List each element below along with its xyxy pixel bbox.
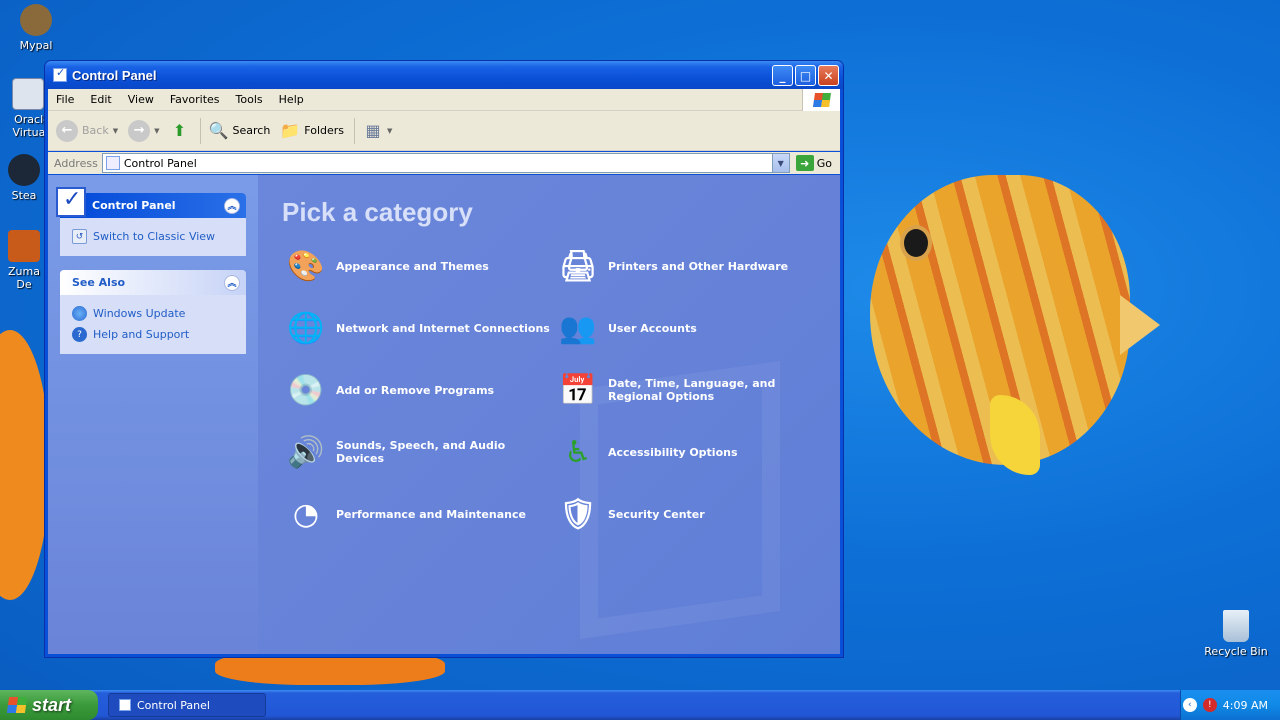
users-icon: 👥 [559,310,597,346]
control-panel-icon [53,66,67,82]
control-panel-box: Control Panel ︽ ↺ Switch to Classic View [56,187,246,256]
minimize-button[interactable]: _ [772,65,793,86]
forward-dropdown-icon[interactable]: ▼ [154,127,159,135]
address-value: Control Panel [123,156,197,170]
page-title: Pick a category [282,197,473,227]
search-button[interactable]: 🔍 Search [209,121,271,141]
category-performance-maintenance[interactable]: ◔ Performance and Maintenance [282,490,554,538]
clock[interactable]: 4:09 AM [1223,699,1268,712]
menu-view[interactable]: View [120,93,162,106]
desktop-icon-zuma[interactable]: Zuma De [0,230,48,291]
windows-logo-icon [802,89,840,111]
back-dropdown-icon[interactable]: ▼ [113,127,118,135]
go-button[interactable]: ➜ Go [790,155,840,171]
category-printers-hardware[interactable]: 🖨 Printers and Other Hardware [554,242,814,290]
task-pane: Control Panel ︽ ↺ Switch to Classic View… [48,175,258,654]
folders-icon: 📁 [280,121,301,140]
search-icon: 🔍 [208,121,229,140]
classic-view-icon: ↺ [72,229,87,244]
maximize-button[interactable]: □ [795,65,816,86]
control-panel-large-icon [56,187,86,217]
sound-icon: 🔊 [287,434,325,470]
watermark-graphic [580,360,780,640]
steam-icon [8,154,40,186]
printer-icon: 🖨 [558,248,598,284]
address-label: Address [54,156,98,170]
up-folder-button[interactable]: ⬆ [170,121,190,141]
performance-icon: ◔ [292,496,320,532]
network-icon: 🌐 [287,310,325,346]
control-panel-task-icon [119,699,131,711]
zuma-icon [8,230,40,262]
see-also-header[interactable]: See Also ︽ [60,270,246,295]
folders-button[interactable]: 📁 Folders [280,121,344,141]
views-dropdown-icon: ▼ [387,126,393,135]
go-arrow-icon: ➜ [795,155,814,171]
mypal-icon [20,4,52,36]
address-dropdown-icon[interactable]: ▼ [771,154,789,172]
menu-file[interactable]: File [48,93,82,106]
menu-edit[interactable]: Edit [82,93,119,106]
views-button[interactable]: ▦ ▼ [363,121,392,141]
virtualbox-icon [12,78,44,110]
fish-eye [900,225,932,261]
forward-arrow-icon: → [128,119,151,142]
control-panel-window: Control Panel _ □ ✕ File Edit View Favor… [44,60,844,658]
desktop-icon-recycle-bin[interactable]: Recycle Bin [1204,610,1268,658]
back-button[interactable]: ← Back ▼ [56,119,118,142]
windows-update-link[interactable]: Windows Update [72,306,234,321]
menu-help[interactable]: Help [271,93,312,106]
category-pane: Pick a category 🎨 Appearance and Themes … [258,175,840,654]
menu-bar: File Edit View Favorites Tools Help [48,89,840,111]
close-button[interactable]: ✕ [818,65,839,86]
views-grid-icon: ▦ [365,121,381,140]
desktop-icon-steam[interactable]: Stea [0,154,48,202]
switch-to-classic-view-link[interactable]: ↺ Switch to Classic View [72,229,234,244]
category-appearance-themes[interactable]: 🎨 Appearance and Themes [282,242,554,290]
fish-tail [1120,295,1160,355]
taskbar: start Control Panel ‹ ! 4:09 AM [0,690,1280,720]
title-bar[interactable]: Control Panel _ □ ✕ [45,61,843,89]
taskbar-button-control-panel[interactable]: Control Panel [108,693,266,717]
category-network-internet[interactable]: 🌐 Network and Internet Connections [282,304,554,352]
programs-icon: 💿 [287,372,325,408]
collapse-chevron-icon[interactable]: ︽ [224,274,240,291]
fish-wallpaper-left [0,330,50,600]
control-panel-box-header[interactable]: Control Panel ︽ [56,187,246,218]
windows-update-icon [72,306,87,321]
accessibility-icon: ♿ [564,434,592,470]
menu-favorites[interactable]: Favorites [162,93,228,106]
start-button[interactable]: start [0,690,98,720]
appearance-icon: 🎨 [287,248,325,284]
category-sounds-audio[interactable]: 🔊 Sounds, Speech, and Audio Devices [282,428,554,476]
see-also-box: See Also ︽ Windows Update ? Help and Sup… [60,270,246,354]
datetime-icon: 📅 [559,372,597,408]
toolbar-separator [199,117,201,144]
system-tray: ‹ ! 4:09 AM [1180,690,1280,720]
security-alert-icon[interactable]: ! [1202,698,1217,712]
windows-flag-icon [6,697,28,713]
toolbar: ← Back ▼ → ▼ ⬆ 🔍 Search 📁 Folders ▦ ▼ [48,111,840,151]
tray-expand-icon[interactable]: ‹ [1182,698,1197,712]
address-input[interactable]: Control Panel ▼ [101,153,790,173]
collapse-chevron-icon[interactable]: ︽ [224,197,240,214]
forward-button[interactable]: → ▼ [128,119,160,142]
address-bar: Address Control Panel ▼ ➜ Go [48,152,840,174]
content-area: Control Panel ︽ ↺ Switch to Classic View… [48,175,840,654]
desktop-icon-mypal[interactable]: Mypal [4,4,68,52]
up-folder-icon: ⬆ [172,121,187,140]
back-arrow-icon: ← [56,119,78,142]
help-icon: ? [72,327,87,342]
menu-tools[interactable]: Tools [228,93,271,106]
control-panel-small-icon [105,156,120,170]
security-shield-icon: 🛡 [558,496,598,532]
category-user-accounts[interactable]: 👥 User Accounts [554,304,814,352]
window-title: Control Panel [72,67,157,83]
category-add-remove-programs[interactable]: 💿 Add or Remove Programs [282,366,554,414]
toolbar-separator [354,117,356,144]
recycle-bin-icon [1223,610,1249,642]
help-and-support-link[interactable]: ? Help and Support [72,327,234,342]
